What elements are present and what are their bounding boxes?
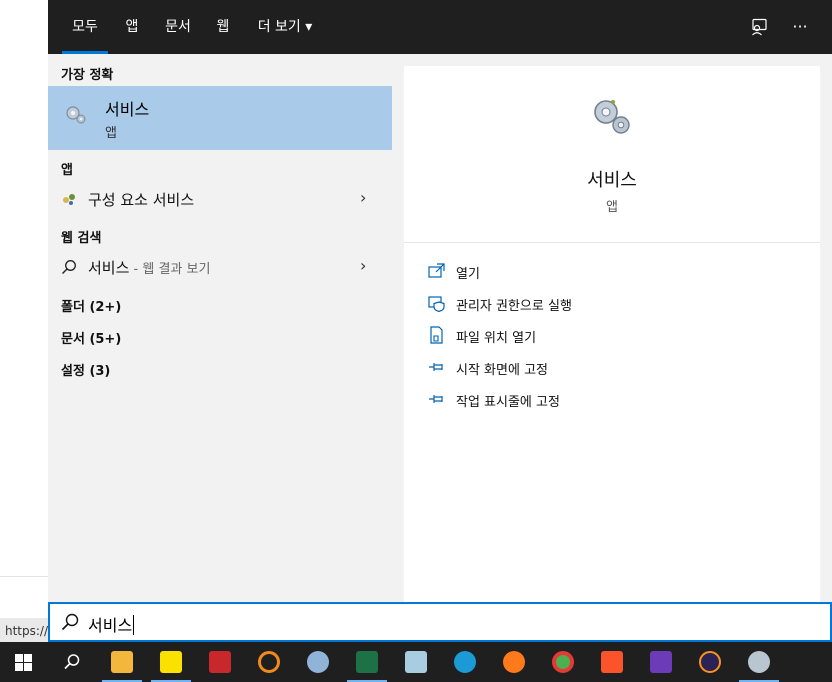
folders-category[interactable]: 폴더 (2+) [61,296,121,315]
best-match-heading: 가장 정확 [61,68,114,83]
best-match-subtitle: 앱 [105,126,117,141]
taskbar [0,642,832,682]
chevron-right-icon[interactable]: › [360,188,366,207]
app-result-label: 구성 요소 서비스 [88,191,195,209]
action-label: 열기 [456,267,480,282]
shield-icon [428,296,445,312]
paint-icon[interactable] [294,642,342,682]
app-red-icon[interactable] [196,642,244,682]
excel-icon[interactable] [343,642,391,682]
preview-subtitle: 앱 [606,200,618,215]
web-search-heading: 웹 검색 [61,231,102,246]
action-open[interactable]: 열기 [428,260,808,284]
web-result-hint: - 웹 결과 보기 [129,262,211,277]
filter-tabs-bar: 모두 앱 문서 웹 더 보기 ▾ ··· [48,0,832,54]
background-divider [0,576,48,577]
firefox-icon[interactable] [490,642,538,682]
more-options-button[interactable]: ··· [785,12,815,42]
preview-divider [404,242,820,243]
web-query: 서비스 [88,259,130,277]
edge-icon[interactable] [441,642,489,682]
kakaotalk-icon[interactable] [147,642,195,682]
action-pin-to-start[interactable]: 시작 화면에 고정 [428,356,808,380]
search-box[interactable]: 서비스 [48,602,832,642]
action-label: 시작 화면에 고정 [456,363,548,378]
search-icon [61,613,79,631]
tab-apps[interactable]: 앱 [118,0,146,54]
services-gear-icon [66,106,86,124]
search-input[interactable]: 서비스 [88,616,132,635]
search-icon [64,654,80,670]
text-caret [133,615,135,635]
windows-logo-icon [15,654,32,671]
tab-web[interactable]: 웹 [210,0,236,54]
component-services-icon [63,194,75,205]
services-icon[interactable] [735,642,783,682]
file-explorer-icon[interactable] [98,642,146,682]
action-pin-to-taskbar[interactable]: 작업 표시줄에 고정 [428,388,808,412]
action-label: 관리자 권한으로 실행 [456,299,572,314]
file-location-icon [430,326,443,344]
settings-category[interactable]: 설정 (3) [61,360,110,379]
tab-documents[interactable]: 문서 [158,0,198,54]
open-icon [428,263,445,278]
app-result-component-services[interactable]: 구성 요소 서비스 › [48,184,392,214]
start-button[interactable] [0,642,48,682]
best-match-result[interactable]: 서비스 앱 [48,86,392,150]
chrome-icon[interactable] [539,642,587,682]
results-list: 가장 정확 서비스 앱 앱 구성 요소 서비스 › 웹 검색 서비스 - 웹 결… [48,54,392,602]
search-icon [62,260,76,274]
visual-studio-icon[interactable] [637,642,685,682]
start-search-panel: 모두 앱 문서 웹 더 보기 ▾ ··· 가장 정확 서비스 앱 앱 구성 요소… [48,0,832,642]
pin-icon [429,363,443,371]
preview-title: 서비스 [587,170,637,191]
documents-category[interactable]: 문서 (5+) [61,328,121,347]
taskbar-search-button[interactable] [48,642,96,682]
tab-all[interactable]: 모두 [62,0,108,54]
preview-pane: 서비스 앱 열기 관리자 권한으로 실행 파일 위치 열기 시작 화면에 고정 … [404,66,820,602]
background-window [0,0,48,642]
services-large-icon [594,100,630,134]
web-search-result[interactable]: 서비스 - 웹 결과 보기 › [48,252,392,282]
apps-heading: 앱 [61,163,73,178]
action-open-file-location[interactable]: 파일 위치 열기 [428,324,808,348]
eclipse-icon[interactable] [686,642,734,682]
tab-more[interactable]: 더 보기 ▾ [248,0,322,54]
best-match-title: 서비스 [105,100,150,119]
action-run-as-admin[interactable]: 관리자 권한으로 실행 [428,292,808,316]
magnifier-app-icon[interactable] [245,642,293,682]
chevron-right-icon[interactable]: › [360,256,366,275]
brave-icon[interactable] [588,642,636,682]
pin-icon [429,395,443,403]
feedback-icon[interactable] [744,12,774,42]
notepad-icon[interactable] [392,642,440,682]
action-label: 파일 위치 열기 [456,331,537,346]
action-label: 작업 표시줄에 고정 [456,395,560,410]
